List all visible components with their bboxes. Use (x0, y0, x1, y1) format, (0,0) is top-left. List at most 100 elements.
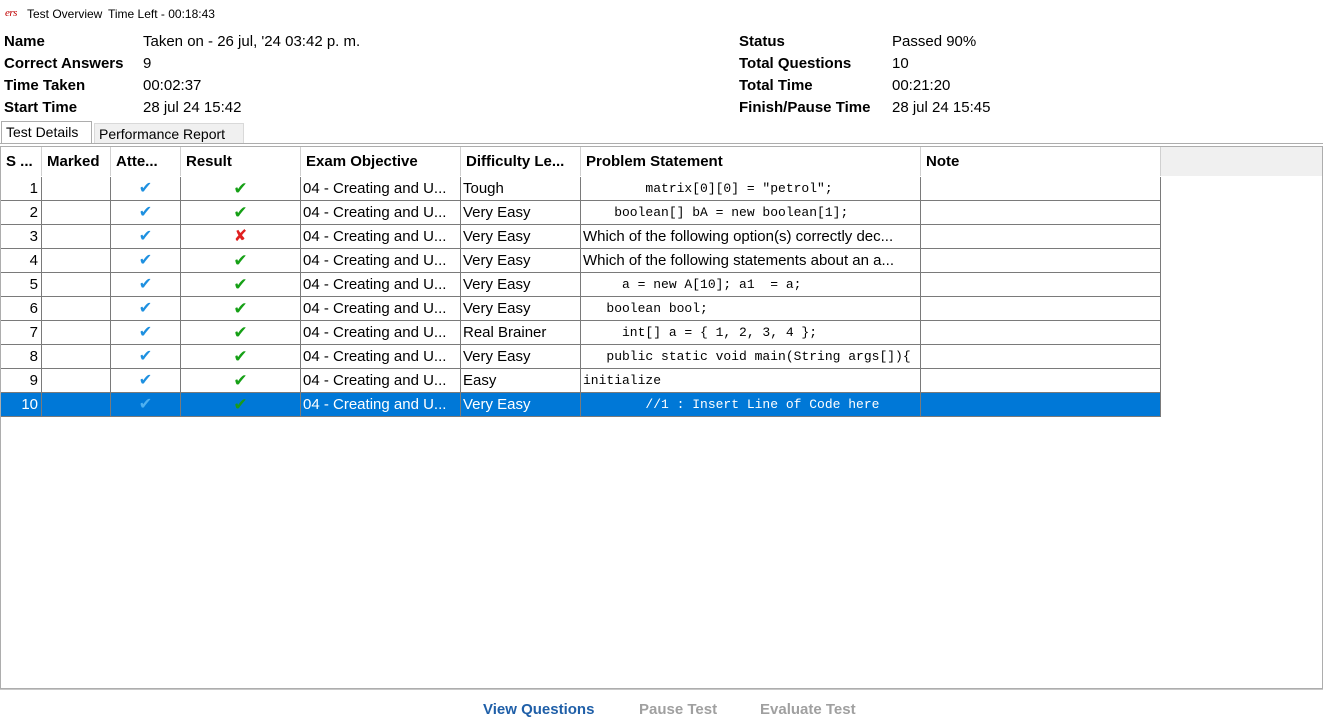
problem-text: Which of the following statements about … (583, 252, 895, 269)
result-cell: ✔ (181, 201, 301, 225)
wrong-cross-icon: ✘ (233, 228, 248, 245)
note-cell (921, 273, 1161, 297)
total-questions-label: Total Questions (739, 55, 852, 72)
col-attempted[interactable]: Atte... (111, 147, 181, 176)
window-title: Test Overview (27, 7, 103, 21)
objective-cell: 04 - Creating and U... (301, 345, 461, 369)
attempted-cell: ✔ (111, 273, 181, 297)
pause-test-button[interactable]: Pause Test (639, 701, 717, 718)
table-row[interactable]: 8 ✔ ✔ 04 - Creating and U... Very Easy publi… (1, 345, 1161, 369)
marked-cell (42, 273, 111, 297)
attempted-cell: ✔ (111, 297, 181, 321)
serial-cell: 2 (1, 201, 42, 225)
correct-answers-label: Correct Answers (4, 55, 124, 72)
attempted-check-icon: ✔ (138, 228, 153, 245)
problem-cell: public static void main(String args[]){ (581, 345, 921, 369)
difficulty-cell: Very Easy (461, 273, 581, 297)
difficulty-text: Real Brainer (463, 324, 547, 341)
serial-cell: 7 (1, 321, 42, 345)
marked-cell (42, 249, 111, 273)
attempted-check-icon: ✔ (138, 348, 153, 365)
table-row[interactable]: 7 ✔ ✔ 04 - Creating and U... Real Brainer in… (1, 321, 1161, 345)
table-row[interactable]: 9 ✔ ✔ 04 - Creating and U... Easy initialize (1, 369, 1161, 393)
objective-text: 04 - Creating and U... (303, 396, 447, 413)
table-row[interactable]: 2 ✔ ✔ 04 - Creating and U... Very Easy boole… (1, 201, 1161, 225)
test-details-table[interactable]: S ... Marked Atte... Result Exam Objecti… (0, 146, 1323, 689)
result-cell: ✔ (181, 249, 301, 273)
finish-time-label: Finish/Pause Time (739, 99, 871, 116)
attempted-check-icon: ✔ (138, 252, 153, 269)
serial-text: 1 (29, 180, 38, 197)
view-questions-button[interactable]: View Questions (483, 701, 594, 718)
marked-cell (42, 393, 111, 417)
table-row[interactable]: 3 ✔ ✘ 04 - Creating and U... Very Easy Which … (1, 225, 1161, 249)
result-cell: ✔ (181, 177, 301, 201)
problem-text: matrix[0][0] = "petrol"; (583, 181, 833, 196)
attempted-cell: ✔ (111, 345, 181, 369)
result-cell: ✔ (181, 273, 301, 297)
time-taken-value: 00:02:37 (143, 77, 202, 94)
objective-text: 04 - Creating and U... (303, 324, 447, 341)
status-label: Status (739, 33, 785, 50)
tab-divider (0, 143, 1323, 144)
note-cell (921, 201, 1161, 225)
status-value: Passed 90% (892, 33, 977, 50)
tab-performance-report[interactable]: Performance Report (94, 123, 244, 143)
table-row[interactable]: 10 ✔ ✔ 04 - Creating and U... Very Easy //1 … (1, 393, 1161, 417)
difficulty-text: Very Easy (463, 348, 531, 365)
col-exam-objective[interactable]: Exam Objective (301, 147, 461, 176)
serial-text: 3 (29, 228, 38, 245)
serial-cell: 6 (1, 297, 42, 321)
title-bar: ers Test Overview Time Left - 00:18:43 (0, 0, 1323, 28)
attempted-cell: ✔ (111, 201, 181, 225)
evaluate-test-button[interactable]: Evaluate Test (760, 701, 856, 718)
col-result[interactable]: Result (181, 147, 301, 176)
finish-time-value: 28 jul 24 15:45 (892, 99, 991, 116)
table-row[interactable]: 1 ✔ ✔ 04 - Creating and U... Tough matrix[0]… (1, 177, 1161, 201)
difficulty-text: Tough (463, 180, 504, 197)
serial-text: 4 (29, 252, 38, 269)
marked-cell (42, 345, 111, 369)
col-difficulty[interactable]: Difficulty Le... (461, 147, 581, 176)
total-time-label: Total Time (739, 77, 813, 94)
difficulty-cell: Easy (461, 369, 581, 393)
col-problem-statement[interactable]: Problem Statement (581, 147, 921, 176)
attempted-check-icon: ✔ (138, 396, 153, 413)
objective-cell: 04 - Creating and U... (301, 321, 461, 345)
attempted-cell: ✔ (111, 369, 181, 393)
marked-cell (42, 225, 111, 249)
objective-text: 04 - Creating and U... (303, 228, 447, 245)
problem-text: //1 : Insert Line of Code here (583, 397, 880, 412)
col-serial[interactable]: S ... (1, 147, 42, 176)
col-note[interactable]: Note (921, 147, 1161, 176)
difficulty-text: Very Easy (463, 252, 531, 269)
serial-text: 5 (29, 276, 38, 293)
serial-text: 7 (29, 324, 38, 341)
difficulty-cell: Very Easy (461, 297, 581, 321)
problem-text: public static void main(String args[]){ (583, 349, 911, 364)
attempted-check-icon: ✔ (138, 276, 153, 293)
tab-test-details[interactable]: Test Details (1, 121, 92, 143)
note-cell (921, 225, 1161, 249)
correct-check-icon: ✔ (233, 179, 248, 198)
problem-cell: int[] a = { 1, 2, 3, 4 }; (581, 321, 921, 345)
problem-text: boolean bool; (583, 301, 708, 316)
correct-check-icon: ✔ (233, 323, 248, 342)
correct-check-icon: ✔ (233, 299, 248, 318)
marked-cell (42, 177, 111, 201)
objective-cell: 04 - Creating and U... (301, 297, 461, 321)
table-row[interactable]: 4 ✔ ✔ 04 - Creating and U... Very Easy Which … (1, 249, 1161, 273)
attempted-cell: ✔ (111, 177, 181, 201)
attempted-check-icon: ✔ (138, 180, 153, 197)
objective-text: 04 - Creating and U... (303, 276, 447, 293)
table-row[interactable]: 6 ✔ ✔ 04 - Creating and U... Very Easy boole… (1, 297, 1161, 321)
result-cell: ✔ (181, 321, 301, 345)
table-row[interactable]: 5 ✔ ✔ 04 - Creating and U... Very Easy a = n… (1, 273, 1161, 297)
marked-cell (42, 369, 111, 393)
difficulty-text: Easy (463, 372, 497, 389)
difficulty-cell: Very Easy (461, 249, 581, 273)
note-cell (921, 177, 1161, 201)
problem-cell: Which of the following option(s) correct… (581, 225, 921, 249)
col-marked[interactable]: Marked (42, 147, 111, 176)
problem-cell: //1 : Insert Line of Code here (581, 393, 921, 417)
